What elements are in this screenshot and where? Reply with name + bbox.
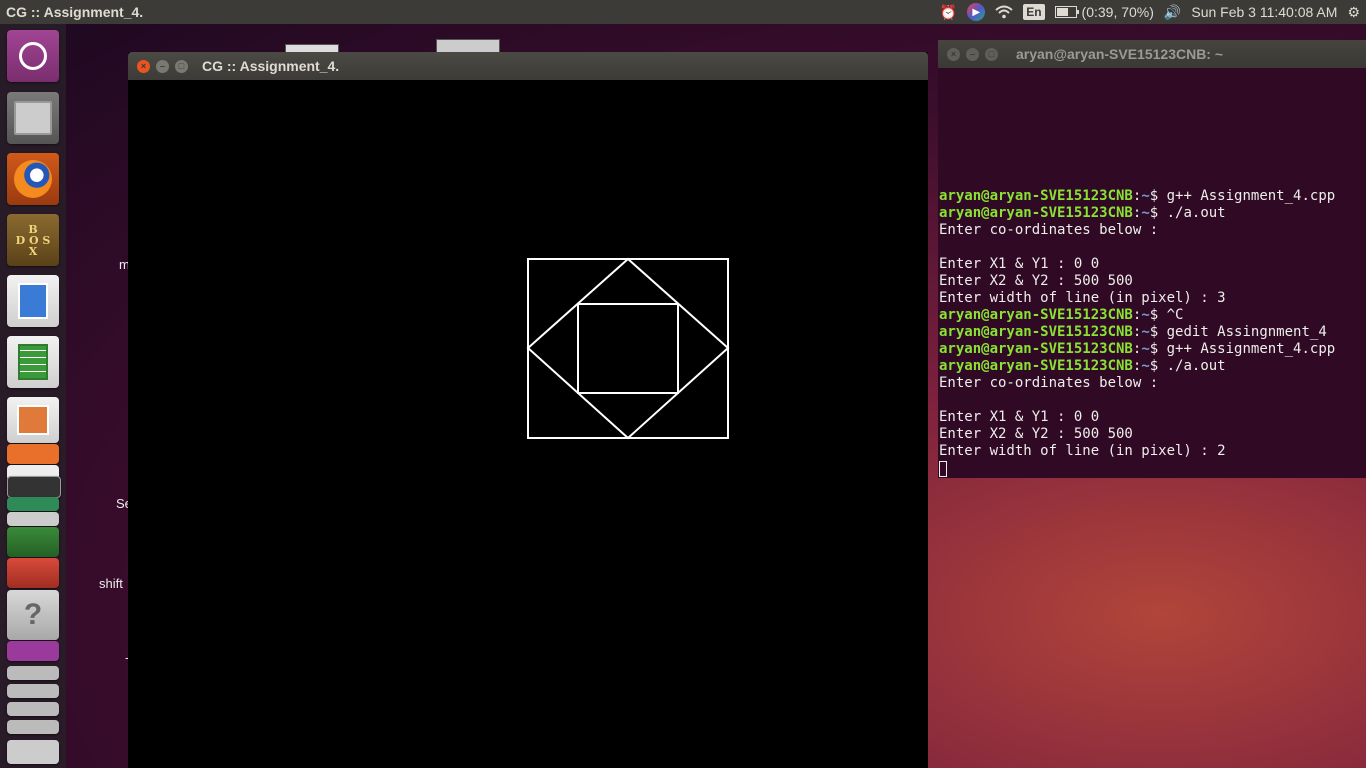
prompt-user: aryan@aryan-SVE15123CNB xyxy=(939,324,1133,340)
outer-rectangle xyxy=(527,258,729,439)
terminal-titlebar[interactable]: × – □ aryan@aryan-SVE15123CNB: ~ xyxy=(938,40,1366,68)
firefox-icon xyxy=(14,160,52,198)
battery-text: (0:39, 70%) xyxy=(1081,4,1154,20)
terminal-output[interactable]: aryan@aryan-SVE15123CNB:~$ g++ Assignmen… xyxy=(939,188,1335,477)
stacked-app-button[interactable] xyxy=(7,512,59,526)
help-button[interactable]: ? xyxy=(7,590,59,640)
command-text: $ ^C xyxy=(1149,307,1184,323)
terminal-input-line[interactable] xyxy=(939,460,1335,477)
window-titlebar[interactable]: × – □ CG :: Assignment_4. xyxy=(128,52,928,80)
close-icon[interactable]: × xyxy=(947,47,960,61)
files-button[interactable] xyxy=(7,92,59,144)
system-tray: ⏰ ▶ En (0:39, 70%) 🔊 Sun Feb 3 11:40:08 … xyxy=(940,0,1360,24)
prompt-dir: ~ xyxy=(1141,341,1150,357)
terminal-command-line: aryan@aryan-SVE15123CNB:~$ g++ Assignmen… xyxy=(939,188,1335,205)
terminal-command-line: aryan@aryan-SVE15123CNB:~$ ^C xyxy=(939,307,1335,324)
prompt-dir: ~ xyxy=(1141,307,1150,323)
ubuntu-dash-button[interactable] xyxy=(7,30,59,82)
stacked-app-button[interactable] xyxy=(7,684,59,698)
command-text: $ ./a.out xyxy=(1149,358,1226,374)
top-panel: CG :: Assignment_4. ⏰ ▶ En (0:39, 70%) 🔊… xyxy=(0,0,1366,24)
terminal-command-line: aryan@aryan-SVE15123CNB:~$ ./a.out xyxy=(939,358,1335,375)
stacked-app-button[interactable] xyxy=(7,702,59,716)
libreoffice-draw-button[interactable] xyxy=(7,275,59,327)
prompt-dir: ~ xyxy=(1141,188,1150,204)
terminal-command-line: aryan@aryan-SVE15123CNB:~$ ./a.out xyxy=(939,205,1335,222)
terminal-command-line: aryan@aryan-SVE15123CNB:~$ gedit Assingn… xyxy=(939,324,1335,341)
stacked-app-button[interactable] xyxy=(7,497,59,511)
libreoffice-draw-icon xyxy=(18,283,48,319)
prompt-user: aryan@aryan-SVE15123CNB xyxy=(939,358,1133,374)
media-player-icon[interactable]: ▶ xyxy=(967,3,986,21)
command-text: $ g++ Assignment_4.cpp xyxy=(1149,188,1336,204)
trash-button[interactable] xyxy=(7,740,59,764)
terminal-output-line: Enter X1 & Y1 : 0 0 xyxy=(939,409,1100,425)
window-title: CG :: Assignment_4. xyxy=(202,58,340,74)
terminal-output-line: Enter X1 & Y1 : 0 0 xyxy=(939,256,1100,272)
libreoffice-impress-icon xyxy=(17,405,49,435)
libreoffice-impress-button[interactable] xyxy=(7,397,59,443)
stacked-app-button[interactable] xyxy=(7,666,59,680)
wifi-icon[interactable] xyxy=(995,3,1013,21)
files-icon xyxy=(14,101,52,135)
command-text: $ ./a.out xyxy=(1149,205,1226,221)
libreoffice-calc-icon xyxy=(18,344,48,380)
command-text: $ gedit Assingnment_4 xyxy=(1149,324,1327,340)
volume-icon[interactable]: 🔊 xyxy=(1164,3,1181,21)
terminal-button[interactable] xyxy=(7,476,61,498)
dosbox-icon: BD O SX xyxy=(15,222,51,258)
prompt-dir: ~ xyxy=(1141,205,1150,221)
terminal-output-line: Enter co-ordinates below : xyxy=(939,222,1159,238)
maximize-icon[interactable]: □ xyxy=(985,47,998,61)
help-icon: ? xyxy=(23,598,43,631)
stacked-app-button[interactable] xyxy=(7,558,59,588)
prompt-dir: ~ xyxy=(1141,324,1150,340)
gear-icon[interactable]: ⚙ xyxy=(1347,3,1360,21)
terminal-output-line: Enter width of line (in pixel) : 2 xyxy=(939,443,1226,459)
terminal-cursor xyxy=(939,461,947,477)
battery-indicator[interactable]: (0:39, 70%) xyxy=(1054,3,1154,21)
firefox-button[interactable] xyxy=(7,153,59,205)
cg-graphics-window: × – □ CG :: Assignment_4. xyxy=(128,52,928,768)
command-text: $ g++ Assignment_4.cpp xyxy=(1149,341,1336,357)
ubuntu-dash-icon xyxy=(19,42,47,70)
inner-diamond xyxy=(526,257,730,440)
close-icon[interactable]: × xyxy=(137,59,150,73)
minimize-icon[interactable]: – xyxy=(156,59,169,73)
terminal-output-line: Enter X2 & Y2 : 500 500 xyxy=(939,426,1133,442)
prompt-user: aryan@aryan-SVE15123CNB xyxy=(939,307,1133,323)
software-center-button[interactable] xyxy=(7,444,59,464)
battery-icon xyxy=(1054,6,1079,18)
desktop-icon-label[interactable]: shift xyxy=(99,576,123,591)
prompt-user: aryan@aryan-SVE15123CNB xyxy=(939,341,1133,357)
minimize-icon[interactable]: – xyxy=(966,47,979,61)
maximize-icon[interactable]: □ xyxy=(175,59,188,73)
prompt-dir: ~ xyxy=(1141,358,1150,374)
terminal-title: aryan@aryan-SVE15123CNB: ~ xyxy=(1016,46,1224,62)
stacked-app-button[interactable] xyxy=(7,527,59,557)
inner-rectangle xyxy=(577,303,679,394)
libreoffice-calc-button[interactable] xyxy=(7,336,59,388)
prompt-user: aryan@aryan-SVE15123CNB xyxy=(939,205,1133,221)
keyboard-layout-indicator[interactable]: En xyxy=(1023,4,1045,20)
dosbox-button[interactable]: BD O SX xyxy=(7,214,59,266)
stacked-app-button[interactable] xyxy=(7,720,59,734)
prompt-user: aryan@aryan-SVE15123CNB xyxy=(939,188,1133,204)
terminal-output-line: Enter co-ordinates below : xyxy=(939,375,1159,391)
alarm-clock-icon[interactable]: ⏰ xyxy=(940,3,957,21)
graphics-canvas xyxy=(526,257,730,440)
terminal-window[interactable]: × – □ aryan@aryan-SVE15123CNB: ~ aryan@a… xyxy=(938,40,1366,478)
terminal-output-line: Enter width of line (in pixel) : 3 xyxy=(939,290,1226,306)
launcher: BD O SX ? xyxy=(0,24,66,768)
clock[interactable]: Sun Feb 3 11:40:08 AM xyxy=(1191,3,1337,21)
terminal-output-line: Enter X2 & Y2 : 500 500 xyxy=(939,273,1133,289)
terminal-command-line: aryan@aryan-SVE15123CNB:~$ g++ Assignmen… xyxy=(939,341,1335,358)
workspace-switcher-button[interactable] xyxy=(7,641,59,661)
active-app-title: CG :: Assignment_4. xyxy=(6,4,144,20)
